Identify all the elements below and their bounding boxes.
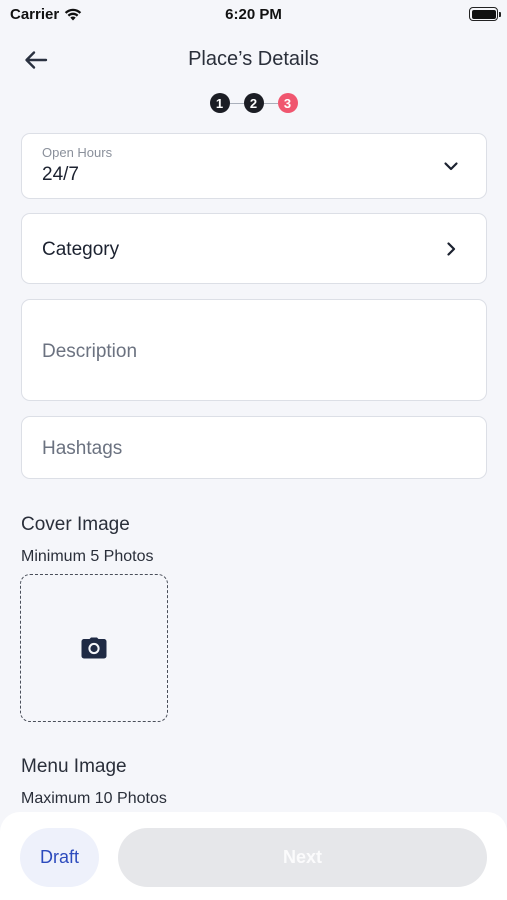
step-2: 2 <box>243 93 264 113</box>
chevron-right-icon <box>447 242 456 256</box>
status-bar: Carrier 6:20 PM <box>0 0 507 30</box>
step-3-current: 3 <box>277 93 298 113</box>
next-button[interactable]: Next <box>118 828 487 887</box>
page-title: Place’s Details <box>188 48 319 70</box>
open-hours-value: 24/7 <box>42 164 79 185</box>
step-connector <box>229 102 244 104</box>
cover-image-upload-button[interactable] <box>20 574 168 722</box>
hashtags-input[interactable]: Hashtags <box>21 416 487 479</box>
hashtags-placeholder: Hashtags <box>42 438 123 459</box>
open-hours-label: Open Hours <box>42 145 113 160</box>
open-hours-select[interactable]: Open Hours 24/7 <box>21 133 487 199</box>
category-label: Category <box>42 239 120 260</box>
menu-image-subtitle: Maximum 10 Photos <box>21 790 167 807</box>
progress-stepper: 1 2 3 <box>0 93 507 113</box>
status-time: 6:20 PM <box>225 6 282 23</box>
camera-icon <box>81 637 107 659</box>
chevron-down-icon <box>444 162 458 171</box>
bottom-action-bar: Draft Next <box>0 812 507 900</box>
category-selector[interactable]: Category <box>21 213 487 284</box>
step-connector <box>263 102 278 104</box>
description-textarea[interactable]: Description <box>21 299 487 401</box>
battery-icon <box>469 7 501 21</box>
cover-image-subtitle: Minimum 5 Photos <box>21 548 154 565</box>
cover-image-title: Cover Image <box>21 514 130 535</box>
step-1: 1 <box>209 93 230 113</box>
menu-image-title: Menu Image <box>21 756 127 777</box>
draft-button[interactable]: Draft <box>20 828 99 887</box>
description-placeholder: Description <box>42 341 138 362</box>
